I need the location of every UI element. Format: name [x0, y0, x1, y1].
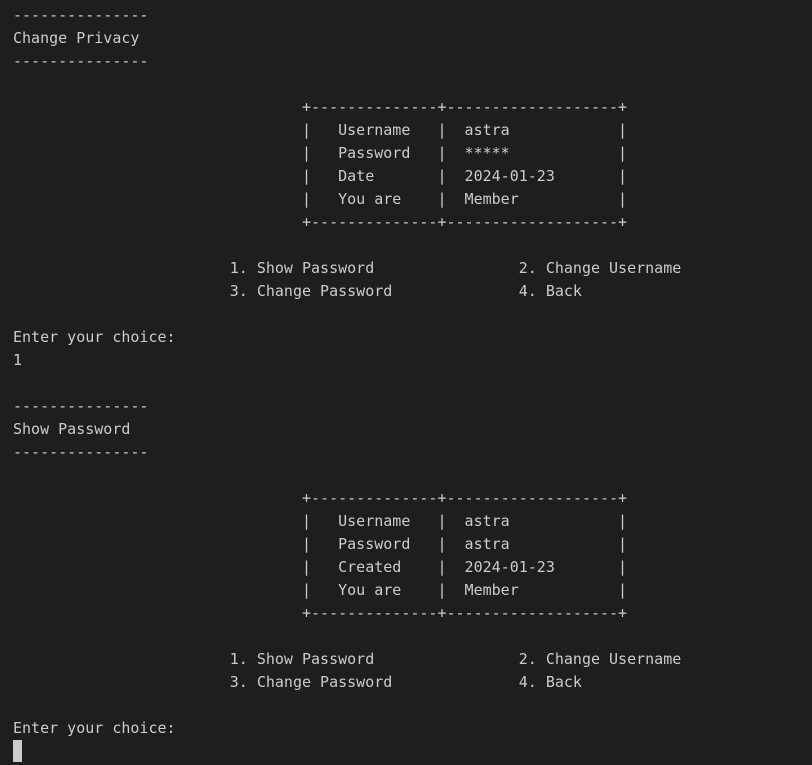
- choice-prompt: Enter your choice:: [13, 719, 176, 737]
- table-row-password: | Password | ***** |: [13, 144, 628, 162]
- section-title: Change Privacy: [13, 29, 140, 47]
- choice-prompt: Enter your choice:: [13, 328, 176, 346]
- table-border: +--------------+-------------------+: [13, 98, 628, 116]
- table-row-created: | Created | 2024-01-23 |: [13, 558, 628, 576]
- table-row-username: | Username | astra |: [13, 121, 628, 139]
- separator-line: ---------------: [13, 6, 149, 24]
- table-border: +--------------+-------------------+: [13, 489, 628, 507]
- separator-line: ---------------: [13, 443, 149, 461]
- user-input: 1: [13, 351, 23, 369]
- table-row-role: | You are | Member |: [13, 190, 628, 208]
- table-row-date: | Date | 2024-01-23 |: [13, 167, 628, 185]
- text-cursor[interactable]: [13, 740, 22, 762]
- menu-options-row: 1. Show Password 2. Change Username: [13, 259, 682, 277]
- menu-options-row: 1. Show Password 2. Change Username: [13, 650, 682, 668]
- separator-line: ---------------: [13, 397, 149, 415]
- table-border: +--------------+-------------------+: [13, 213, 628, 231]
- menu-options-row: 3. Change Password 4. Back: [13, 673, 582, 691]
- menu-options-row: 3. Change Password 4. Back: [13, 282, 582, 300]
- terminal-window[interactable]: --------------- Change Privacy ---------…: [0, 0, 812, 765]
- table-border: +--------------+-------------------+: [13, 604, 628, 622]
- separator-line: ---------------: [13, 52, 149, 70]
- table-row-role: | You are | Member |: [13, 581, 628, 599]
- table-row-password: | Password | astra |: [13, 535, 628, 553]
- table-row-username: | Username | astra |: [13, 512, 628, 530]
- section-title: Show Password: [13, 420, 131, 438]
